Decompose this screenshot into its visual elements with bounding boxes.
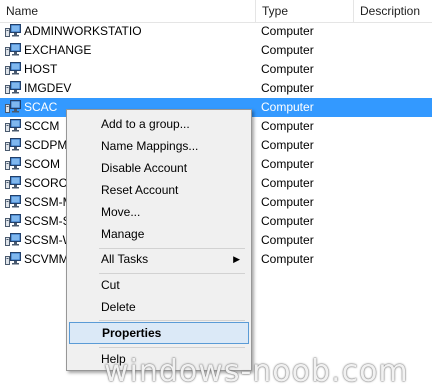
computer-icon xyxy=(5,43,21,57)
list-row[interactable]: HOST Computer xyxy=(0,60,432,79)
column-header-name[interactable]: Name xyxy=(0,0,256,22)
row-name: SCDPM xyxy=(24,138,68,152)
computer-icon xyxy=(5,119,21,133)
row-type: Computer xyxy=(261,24,314,38)
menu-item-delete[interactable]: Delete xyxy=(69,296,249,318)
list-row[interactable]: IMGDEV Computer xyxy=(0,79,432,98)
computer-icon xyxy=(5,214,21,228)
row-name: SCCM xyxy=(24,119,60,133)
menu-separator xyxy=(99,320,245,321)
computer-icon xyxy=(5,233,21,247)
computer-icon xyxy=(5,100,21,114)
menu-item-move[interactable]: Move... xyxy=(69,201,249,223)
computer-icon xyxy=(5,157,21,171)
row-type: Computer xyxy=(261,81,314,95)
menu-item-manage[interactable]: Manage xyxy=(69,223,249,245)
row-type: Computer xyxy=(261,138,314,152)
list-row[interactable]: ADMINWORKSTATIO Computer xyxy=(0,22,432,41)
row-name: SCOM xyxy=(24,157,60,171)
menu-item-name-mappings[interactable]: Name Mappings... xyxy=(69,135,249,157)
menu-item-disable-account[interactable]: Disable Account xyxy=(69,157,249,179)
menu-item-add-to-group[interactable]: Add to a group... xyxy=(69,113,249,135)
row-type: Computer xyxy=(261,43,314,57)
watermark: windows-noob.com xyxy=(104,354,409,389)
row-type: Computer xyxy=(261,176,314,190)
row-type: Computer xyxy=(261,214,314,228)
row-type: Computer xyxy=(261,233,314,247)
row-name: HOST xyxy=(24,62,58,76)
row-type: Computer xyxy=(261,100,314,114)
computer-icon xyxy=(5,176,21,190)
row-type: Computer xyxy=(261,62,314,76)
computer-icon xyxy=(5,24,21,38)
column-header-description[interactable]: Description xyxy=(354,0,432,22)
row-type: Computer xyxy=(261,195,314,209)
computer-icon xyxy=(5,195,21,209)
row-type: Computer xyxy=(261,252,314,266)
row-name: SCVMM xyxy=(24,252,69,266)
menu-item-all-tasks[interactable]: All Tasks ▶ xyxy=(69,248,249,270)
submenu-arrow-icon: ▶ xyxy=(233,254,240,264)
computer-icon xyxy=(5,252,21,266)
row-type: Computer xyxy=(261,119,314,133)
computer-icon xyxy=(5,81,21,95)
menu-item-all-tasks-label: All Tasks xyxy=(101,252,149,266)
row-name: SCAC xyxy=(24,100,58,114)
list-row[interactable]: EXCHANGE Computer xyxy=(0,41,432,60)
row-name: EXCHANGE xyxy=(24,43,92,57)
row-name: SCSM-S xyxy=(24,214,71,228)
column-header-type[interactable]: Type xyxy=(256,0,354,22)
list-header: Name Type Description xyxy=(0,0,432,23)
row-name: IMGDEV xyxy=(24,81,72,95)
menu-item-cut[interactable]: Cut xyxy=(69,274,249,296)
menu-item-properties[interactable]: Properties xyxy=(69,322,249,344)
context-menu: Add to a group... Name Mappings... Disab… xyxy=(66,109,252,371)
row-name: ADMINWORKSTATIO xyxy=(24,24,142,38)
menu-item-reset-account[interactable]: Reset Account xyxy=(69,179,249,201)
computer-icon xyxy=(5,62,21,76)
row-type: Computer xyxy=(261,157,314,171)
computer-icon xyxy=(5,138,21,152)
